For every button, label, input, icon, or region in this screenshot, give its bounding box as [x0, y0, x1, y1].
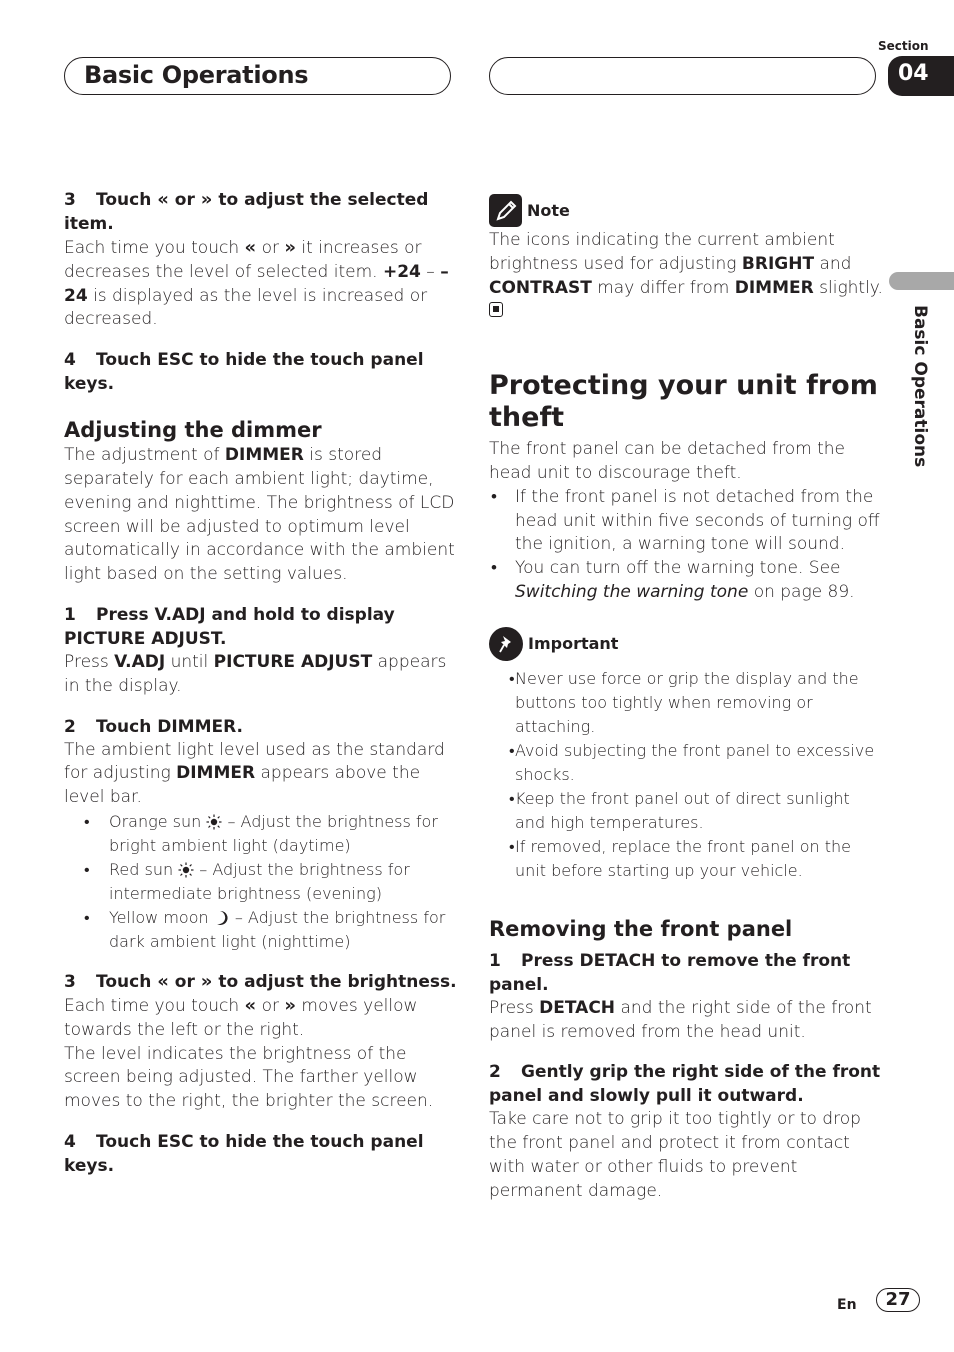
step-3-brightness-heading: 3 Touch « or » to adjust the brightness.	[64, 970, 457, 992]
step-2-body: The ambient light level used as the stan…	[64, 739, 445, 808]
remove-step-2-heading: 2 Gently grip the right side of the front…	[489, 1062, 881, 1107]
sun-icon	[206, 814, 222, 830]
theft-intro: The front panel can be detached from the…	[489, 439, 846, 483]
list-item: Red sun – Adjust the brightness for inte…	[64, 858, 459, 906]
section-number: 04	[888, 56, 954, 96]
moon-icon	[216, 910, 228, 925]
chevron-right-icon: »	[284, 994, 296, 1016]
step-3-body: Each time you touch « or » it increases …	[64, 237, 449, 330]
section-label: Section	[878, 39, 929, 53]
chevron-left-icon: «	[157, 189, 169, 210]
chevron-left-icon: «	[244, 237, 257, 258]
header-empty-frame	[489, 57, 876, 95]
step-4-heading: 4 Touch ESC to hide the touch panel keys.	[64, 1131, 424, 1176]
important-header: Important	[489, 626, 884, 661]
chevron-left-icon: «	[157, 970, 169, 992]
list-item: Avoid subjecting the front panel to exce…	[489, 739, 884, 787]
step-3-brightness-body-2: The level indicates the brightness of th…	[64, 1043, 434, 1112]
section-heading-theft: Protecting your unit from theft	[489, 370, 878, 434]
chevron-left-icon: «	[244, 994, 257, 1016]
section-heading-removing: Removing the front panel	[489, 916, 793, 941]
side-tab-label: Basic Operations	[910, 305, 930, 468]
pencil-icon	[489, 194, 522, 227]
left-column: 3 Touch « or » to adjust the selected ite…	[64, 188, 459, 1178]
chevron-right-icon: »	[200, 970, 213, 992]
step-1-body: Press V.ADJ until PICTURE ADJUST appears…	[64, 651, 447, 696]
dimmer-intro: The adjustment of DIMMER is stored separ…	[64, 445, 455, 585]
remove-step-1-body: Press DETACH and the right side of the f…	[489, 997, 872, 1042]
side-tab	[889, 272, 954, 290]
page-title: Basic Operations	[84, 61, 309, 89]
step-3-heading: 3 Touch « or » to adjust the selected ite…	[64, 189, 429, 234]
chevron-right-icon: »	[284, 237, 296, 258]
list-item: You can turn off the warning tone. See S…	[489, 557, 884, 605]
page-number: 27	[876, 1288, 920, 1312]
cross-reference: Switching the warning tone	[515, 581, 749, 602]
remove-step-2-body: Take care not to grip it too tightly or …	[489, 1109, 861, 1201]
list-item: Keep the front panel out of direct sunli…	[489, 787, 884, 835]
list-item: Never use force or grip the display and …	[489, 667, 884, 739]
note-body: The icons indicating the current ambient…	[489, 229, 884, 324]
step-2-heading: 2 Touch DIMMER.	[64, 716, 243, 737]
right-column: Note The icons indicating the current am…	[489, 194, 884, 1204]
important-list: Never use force or grip the display and …	[489, 667, 884, 883]
language-label: En	[837, 1297, 857, 1313]
chevron-right-icon: »	[200, 189, 213, 210]
end-mark-icon	[489, 302, 503, 318]
sun-icon	[178, 862, 194, 878]
step-1-heading: 1 Press V.ADJ and hold to display PICTURE…	[64, 604, 395, 649]
ambient-light-list: Orange sun – Adjust the brightness for b…	[64, 810, 459, 954]
note-header: Note	[489, 194, 884, 227]
list-item: If removed, replace the front panel on t…	[489, 835, 884, 883]
theft-list: If the front panel is not detached from …	[489, 486, 884, 605]
step-3-brightness-body: Each time you touch « or » moves yellow …	[64, 994, 418, 1040]
step-4-heading: 4 Touch ESC to hide the touch panel keys.	[64, 350, 424, 395]
list-item: Yellow moon – Adjust the brightness for …	[64, 906, 459, 954]
section-heading-dimmer: Adjusting the dimmer	[64, 418, 322, 443]
list-item: If the front panel is not detached from …	[489, 486, 884, 557]
remove-step-1-heading: 1 Press DETACH to remove the front panel.	[489, 950, 851, 995]
pushpin-icon	[489, 626, 523, 661]
list-item: Orange sun – Adjust the brightness for b…	[64, 810, 459, 858]
